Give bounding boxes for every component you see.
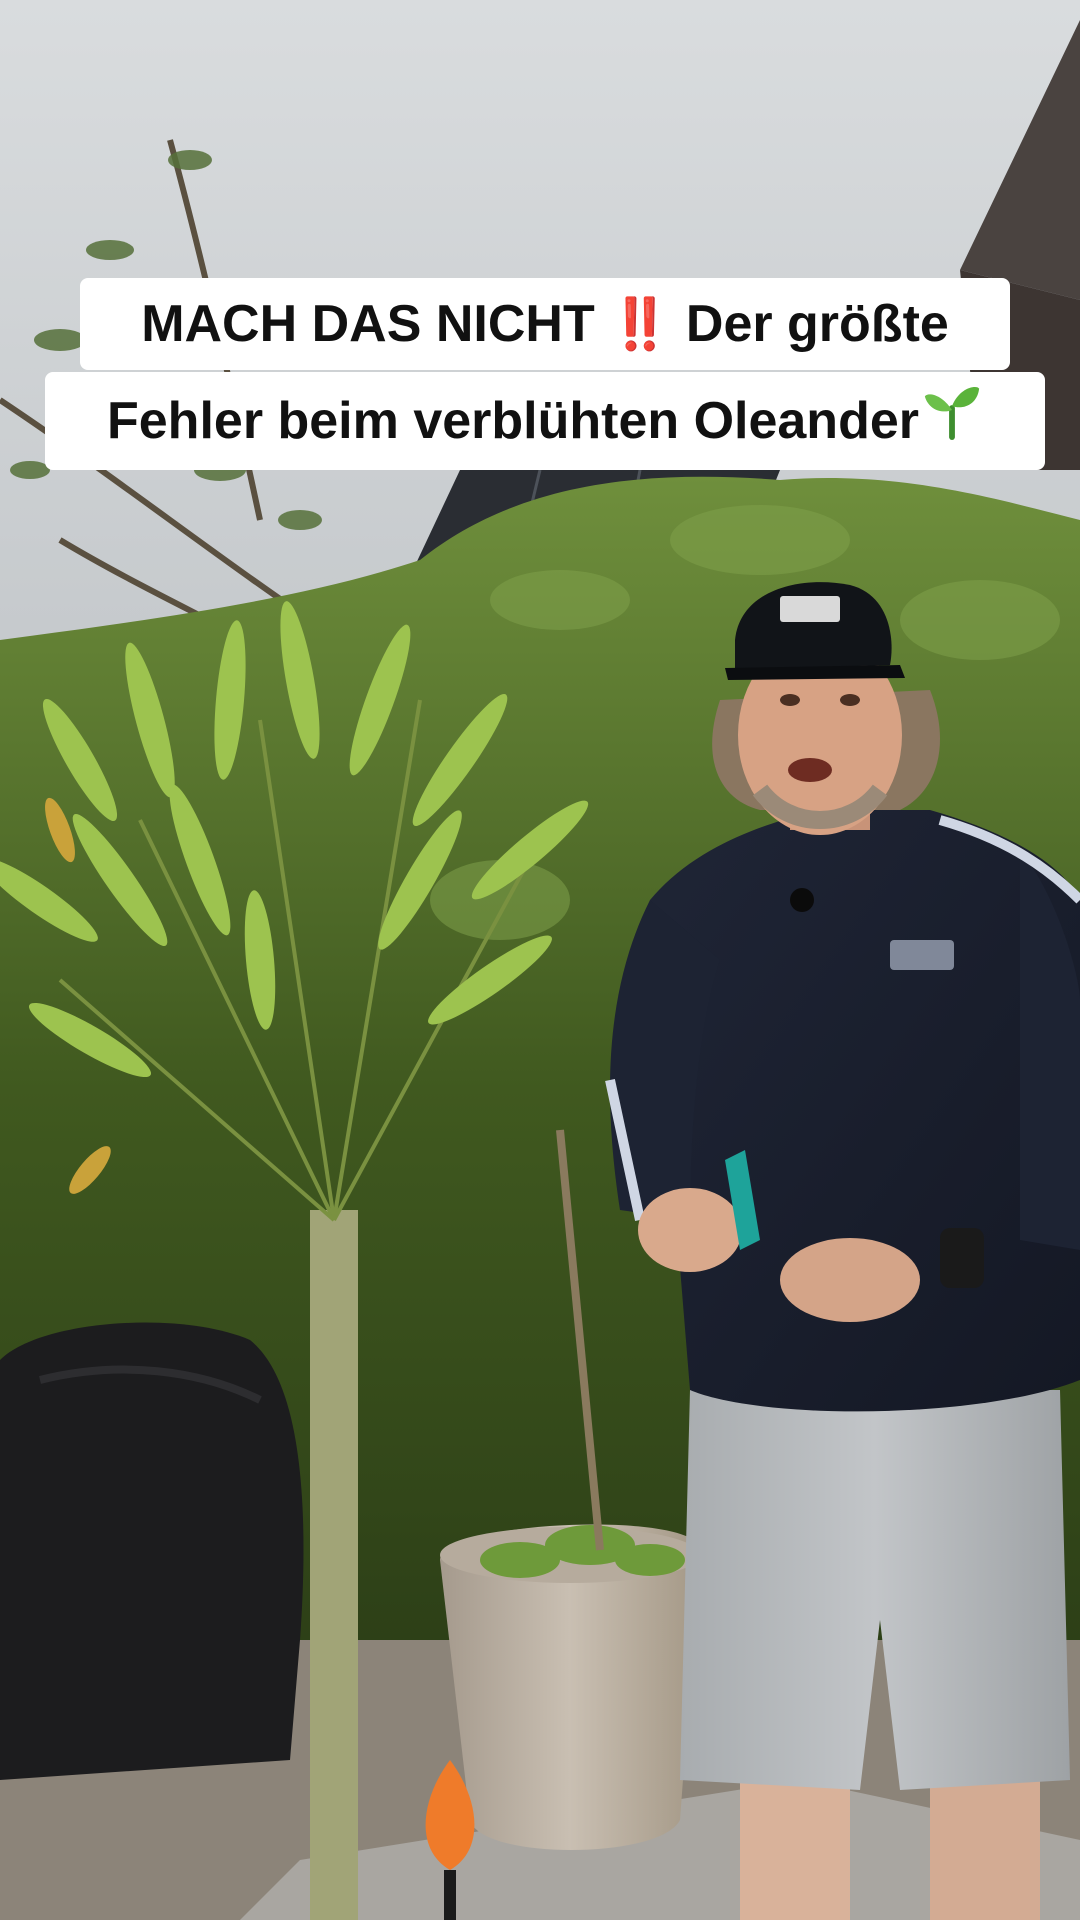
covered-grill — [0, 1322, 304, 1780]
watch — [940, 1228, 984, 1288]
double-exclamation-icon: ‼️ — [609, 296, 672, 352]
left-hand — [638, 1188, 742, 1272]
right-hand — [780, 1238, 920, 1322]
caption-line-2: Fehler beim verblühten Oleander — [45, 372, 1045, 470]
caption-line-1: MACH DAS NICHT ‼️ Der größte — [80, 278, 1010, 370]
caption-line-1-tail: Der größte — [685, 295, 949, 353]
jacket-logo — [890, 940, 954, 970]
oleander-trunk — [310, 1210, 358, 1920]
jacket — [650, 810, 1080, 1412]
lapel-mic — [790, 888, 814, 912]
seedling-icon — [921, 375, 983, 473]
cap-logo — [780, 596, 840, 622]
caption-line-2-text: Fehler beim verblühten Oleander — [107, 392, 919, 450]
caption-line-1-text: MACH DAS NICHT — [141, 295, 595, 353]
